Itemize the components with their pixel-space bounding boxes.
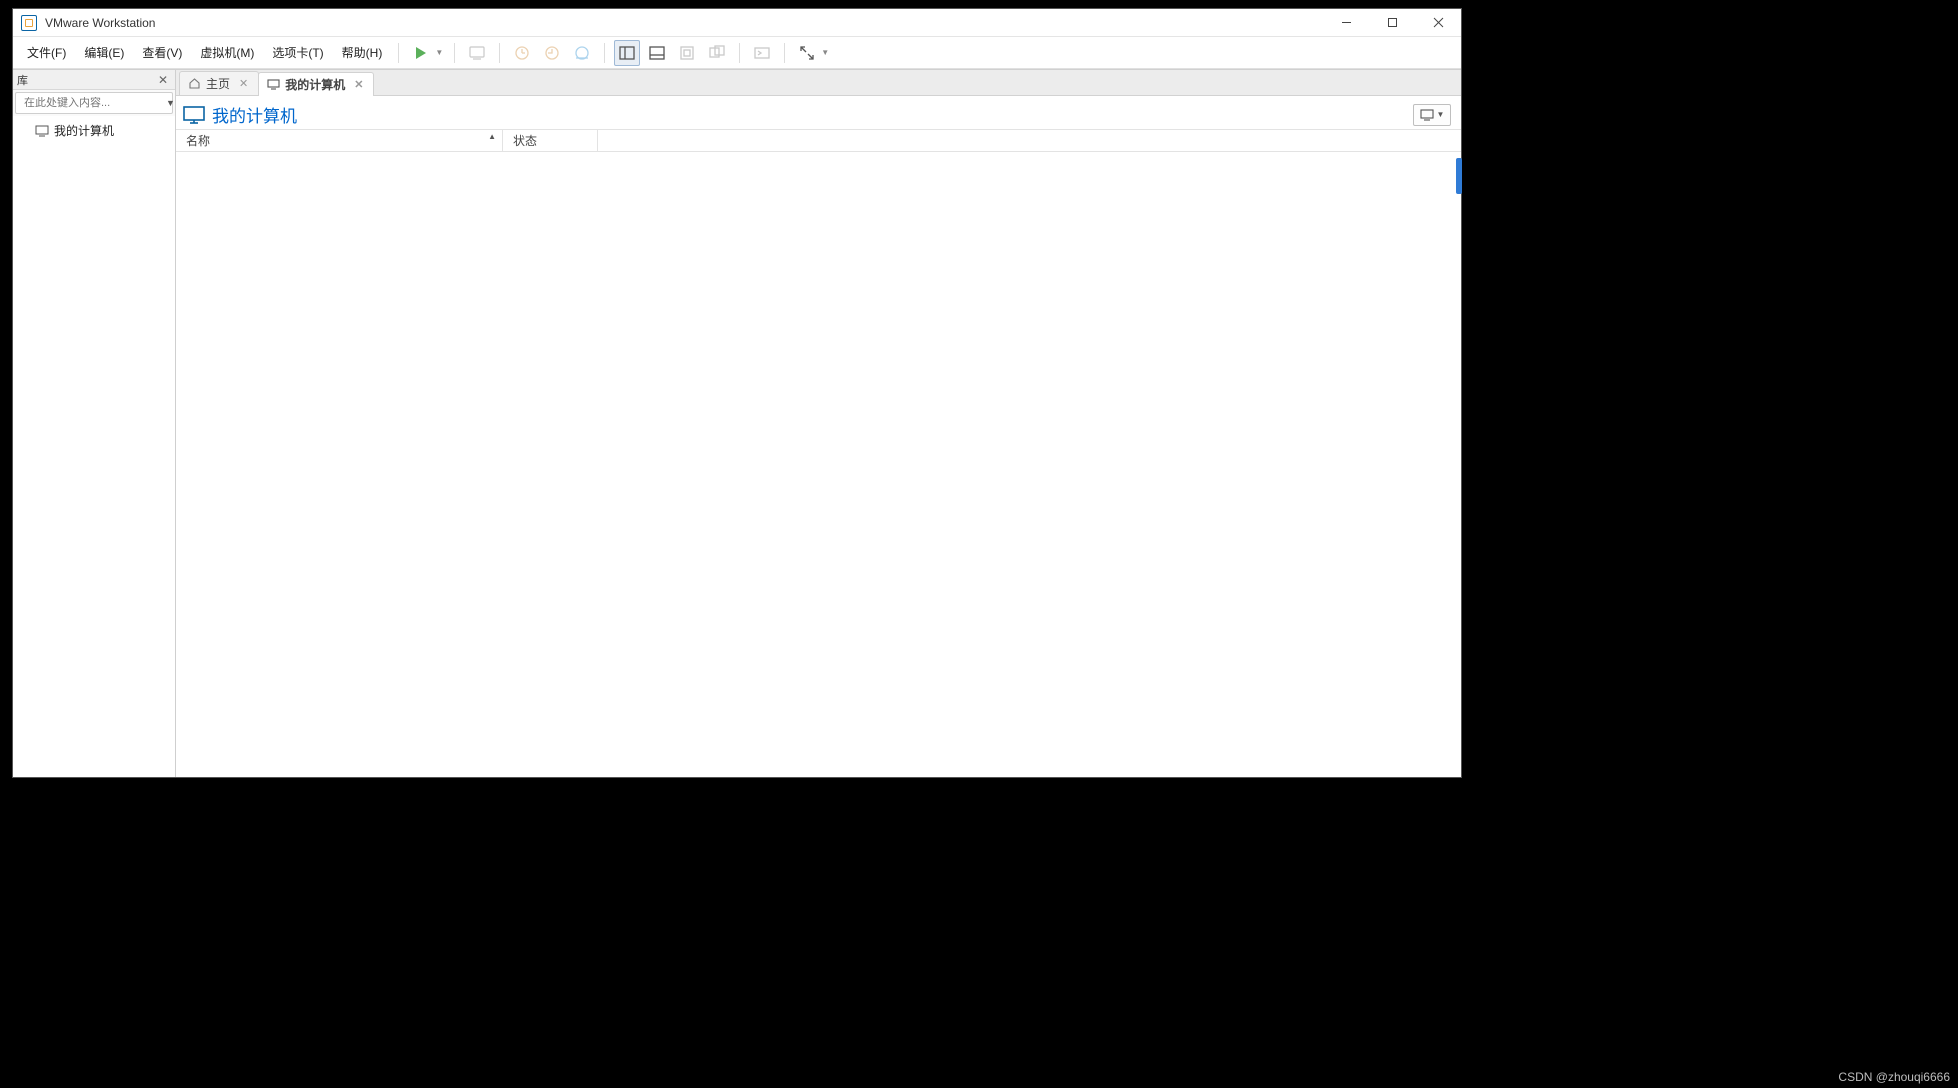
menu-file[interactable]: 文件(F) [19, 40, 74, 65]
tab-close-button[interactable]: ✕ [237, 77, 250, 90]
snapshot-revert-button[interactable] [539, 40, 565, 66]
library-search-input[interactable] [24, 97, 166, 109]
home-icon [188, 77, 201, 90]
column-headers: 名称 ▲ 状态 [176, 130, 1461, 152]
separator [499, 43, 500, 63]
chevron-down-icon[interactable]: ▼ [435, 48, 443, 57]
snapshot-take-button[interactable] [509, 40, 535, 66]
app-window: VMware Workstation 文件(F) 编辑(E) 查看(V) 虚拟机… [12, 8, 1462, 778]
fullscreen-button[interactable] [674, 40, 700, 66]
tree-item-label: 我的计算机 [54, 122, 114, 139]
tab-label: 我的计算机 [285, 76, 345, 93]
main-area: 主页 ✕ 我的计算机 ✕ 我的计算机 ▼ [176, 70, 1461, 777]
tab-close-button[interactable]: ✕ [352, 78, 365, 91]
monitor-icon [182, 105, 206, 125]
chevron-down-icon[interactable]: ▼ [821, 48, 829, 57]
library-title: 库 [17, 72, 28, 88]
tree-item-my-computer[interactable]: 我的计算机 [19, 120, 169, 141]
page-title-text: 我的计算机 [212, 102, 297, 127]
titlebar: VMware Workstation [13, 9, 1461, 37]
monitor-icon [267, 78, 280, 91]
close-button[interactable] [1415, 9, 1461, 37]
app-icon [21, 15, 37, 31]
scrollbar-thumb[interactable] [1456, 158, 1462, 194]
column-label: 名称 [186, 132, 210, 149]
tab-my-computer[interactable]: 我的计算机 ✕ [258, 72, 374, 96]
thumbnail-bar-button[interactable] [644, 40, 670, 66]
unity-button[interactable] [704, 40, 730, 66]
menu-view[interactable]: 查看(V) [134, 40, 190, 65]
library-header: 库 ✕ [13, 70, 175, 90]
menu-help[interactable]: 帮助(H) [334, 40, 391, 65]
menu-tabs[interactable]: 选项卡(T) [264, 40, 331, 65]
tab-label: 主页 [206, 75, 230, 92]
chevron-down-icon: ▼ [1437, 110, 1445, 119]
library-search[interactable]: ▼ [15, 92, 173, 114]
column-name[interactable]: 名称 ▲ [176, 130, 503, 151]
send-ctrl-alt-del-button[interactable] [464, 40, 490, 66]
minimize-button[interactable] [1323, 9, 1369, 37]
menu-vm[interactable]: 虚拟机(M) [192, 40, 262, 65]
close-library-button[interactable]: ✕ [155, 73, 171, 87]
separator [784, 43, 785, 63]
power-on-button[interactable] [408, 40, 434, 66]
page-title[interactable]: 我的计算机 [182, 102, 297, 127]
maximize-button[interactable] [1369, 9, 1415, 37]
menubar: 文件(F) 编辑(E) 查看(V) 虚拟机(M) 选项卡(T) 帮助(H) ▼ [13, 37, 1461, 69]
show-library-button[interactable] [614, 40, 640, 66]
sort-indicator-icon: ▲ [488, 132, 496, 141]
library-tree: 我的计算机 [13, 116, 175, 777]
tab-bar: 主页 ✕ 我的计算机 ✕ [176, 70, 1461, 96]
body: 库 ✕ ▼ 我的计算机 主页 ✕ [13, 69, 1461, 777]
separator [604, 43, 605, 63]
vm-list[interactable] [176, 152, 1461, 777]
view-mode-dropdown[interactable]: ▼ [1413, 104, 1451, 126]
stretch-guest-button[interactable] [794, 40, 820, 66]
monitor-icon [1420, 109, 1434, 121]
tab-home[interactable]: 主页 ✕ [179, 71, 259, 95]
content-header: 我的计算机 ▼ [176, 96, 1461, 130]
window-title: VMware Workstation [45, 16, 155, 30]
library-sidebar: 库 ✕ ▼ 我的计算机 [13, 70, 176, 777]
separator [739, 43, 740, 63]
column-label: 状态 [513, 132, 537, 149]
separator [398, 43, 399, 63]
snapshot-manager-button[interactable] [569, 40, 595, 66]
separator [454, 43, 455, 63]
console-view-button[interactable] [749, 40, 775, 66]
watermark: CSDN @zhouqi6666 [1838, 1070, 1950, 1084]
monitor-icon [35, 125, 49, 137]
menu-edit[interactable]: 编辑(E) [76, 40, 132, 65]
column-state[interactable]: 状态 [503, 130, 598, 151]
